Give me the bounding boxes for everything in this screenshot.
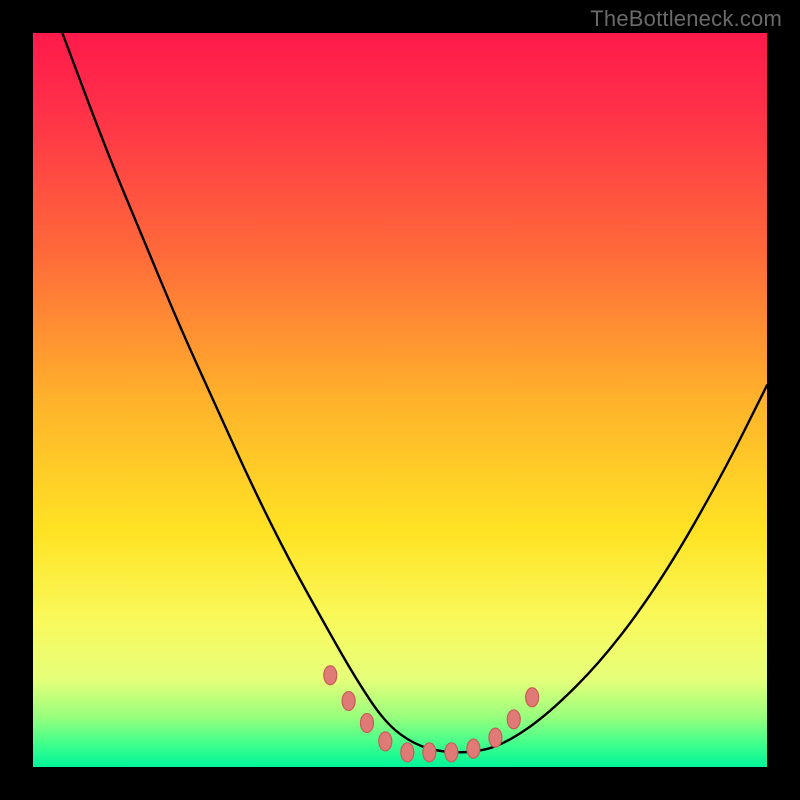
curve-marker [467,739,480,758]
curve-marker [445,743,458,762]
chart-svg [33,33,767,767]
curve-marker [342,691,355,710]
curve-marker [423,743,436,762]
bottleneck-curve [62,33,767,752]
curve-marker [526,688,539,707]
watermark-text: TheBottleneck.com [590,6,782,32]
curve-marker [379,732,392,751]
chart-frame: TheBottleneck.com [0,0,800,800]
plot-area [33,33,767,767]
curve-marker [360,713,373,732]
curve-marker [401,743,414,762]
curve-marker [507,710,520,729]
curve-marker [489,728,502,747]
curve-marker [324,666,337,685]
